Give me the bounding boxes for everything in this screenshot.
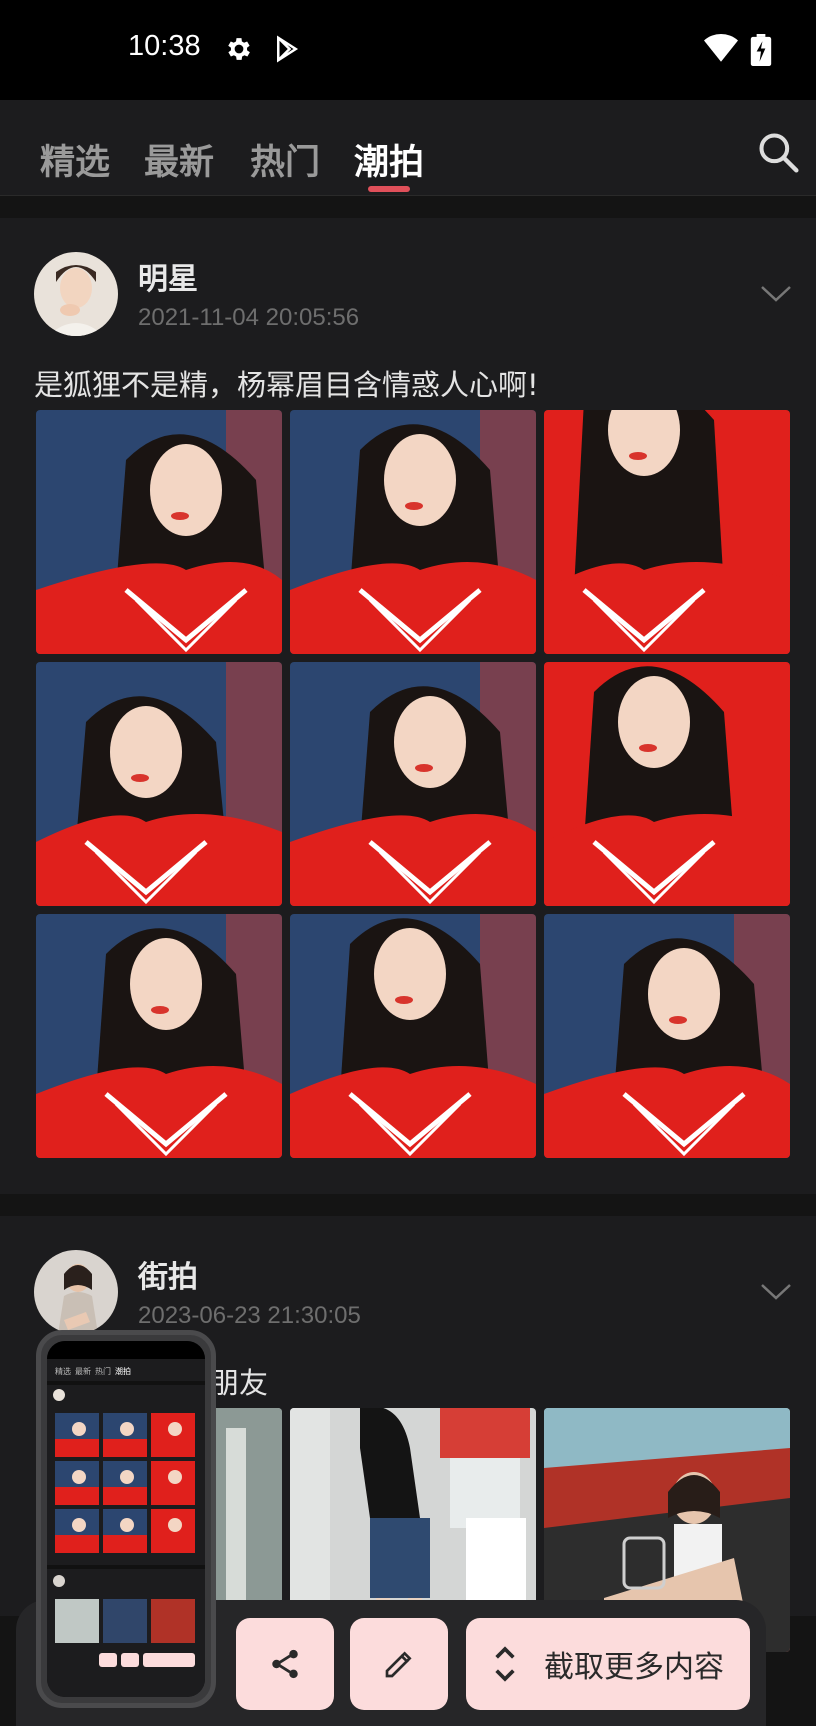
chevron-down-icon[interactable] <box>760 284 792 304</box>
tab-active-indicator <box>368 186 410 192</box>
post-photo[interactable] <box>36 914 282 1158</box>
expand-vertical-icon <box>495 1646 515 1682</box>
status-bar: 10:38 <box>0 0 816 100</box>
thumb-tab-label: 最新 <box>75 1366 91 1376</box>
thumb-tab-label: 潮拍 <box>115 1366 131 1376</box>
post-photo[interactable] <box>544 914 790 1158</box>
post-author[interactable]: 明星 <box>138 254 198 298</box>
capture-more-label: 截取更多内容 <box>544 1650 724 1685</box>
avatar[interactable] <box>34 252 118 336</box>
post-time: 2023-06-23 21:30:05 <box>138 1302 361 1329</box>
post-author[interactable]: 街拍 <box>138 1252 198 1296</box>
wifi-icon <box>704 34 738 62</box>
post-photo[interactable] <box>36 662 282 906</box>
tab-latest[interactable]: 最新 <box>144 134 214 185</box>
avatar[interactable] <box>34 1250 118 1334</box>
tab-trendy[interactable]: 潮拍 <box>354 134 424 185</box>
post-photo[interactable] <box>290 914 536 1158</box>
post-card[interactable]: 明星 2021-11-04 20:05:56 是狐狸不是精，杨幂眉目含情惑人心啊… <box>0 218 816 1194</box>
tab-featured[interactable]: 精选 <box>40 134 110 185</box>
post-time: 2021-11-04 20:05:56 <box>138 304 360 331</box>
post-caption: 是狐狸不是精，杨幂眉目含情惑人心啊! <box>34 368 539 402</box>
tab-hot[interactable]: 热门 <box>250 134 320 185</box>
thumb-tab-label: 热门 <box>95 1366 111 1376</box>
thumbnail-screen: 精选 最新 热门 潮拍 <box>47 1341 205 1697</box>
post-caption: 朋友 <box>210 1366 269 1400</box>
share-button[interactable] <box>236 1618 334 1710</box>
post-photo[interactable] <box>544 662 790 906</box>
pencil-icon <box>385 1651 412 1678</box>
screenshot-thumbnail[interactable]: 精选 最新 热门 潮拍 <box>36 1330 216 1708</box>
post-photo[interactable] <box>544 410 790 654</box>
share-icon <box>272 1649 298 1679</box>
post-photo[interactable] <box>290 410 536 654</box>
post-photo[interactable] <box>36 410 282 654</box>
post-photo[interactable] <box>290 662 536 906</box>
capture-more-button[interactable]: 截取更多内容 <box>466 1618 750 1710</box>
search-icon[interactable] <box>756 130 800 174</box>
tab-bar: 精选 最新 热门 潮拍 <box>0 100 816 196</box>
edit-button[interactable] <box>350 1618 448 1710</box>
gear-icon <box>228 38 250 60</box>
thumb-tab-label: 精选 <box>55 1366 71 1376</box>
play-store-icon <box>277 35 299 63</box>
status-time: 10:38 <box>128 30 201 62</box>
chevron-down-icon[interactable] <box>760 1282 792 1302</box>
battery-charging-icon <box>750 34 772 66</box>
